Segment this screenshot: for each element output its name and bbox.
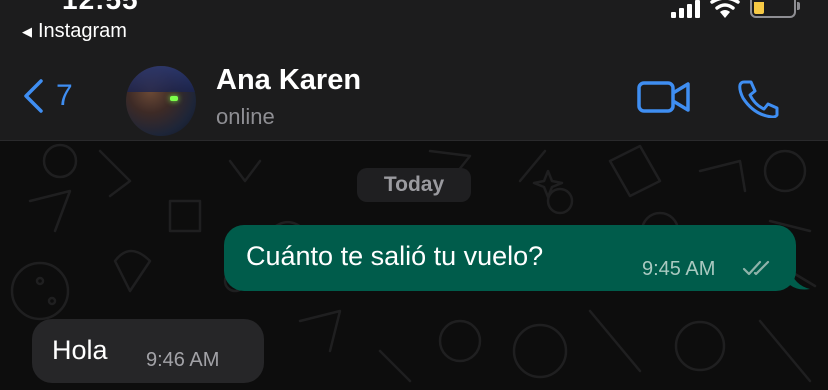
back-to-app-link[interactable]: ◀ Instagram [22, 20, 127, 43]
double-check-icon [742, 260, 770, 276]
wifi-icon [710, 0, 740, 18]
message-time: 9:45 AM [642, 258, 716, 280]
message-text: Cuánto te salió tu vuelo? [246, 241, 544, 271]
message-text: Hola [52, 335, 108, 365]
status-icons [671, 0, 800, 20]
video-call-button[interactable] [636, 78, 692, 121]
chat-area[interactable]: Today Cuánto te salió tu vuelo? 9:45 AM … [0, 141, 828, 390]
unread-count: 7 [56, 79, 73, 112]
chat-header: 12:55 ◀ Instagram 7 Ana Karen online [0, 0, 828, 141]
video-camera-icon [637, 81, 690, 113]
back-triangle-icon: ◀ [22, 23, 32, 39]
back-button[interactable]: 7 [22, 78, 73, 114]
status-time: 12:55 [62, 0, 139, 16]
signal-icon [671, 0, 700, 18]
voice-call-button[interactable] [736, 78, 782, 123]
avatar[interactable] [126, 66, 196, 136]
chevron-left-icon [24, 79, 43, 113]
date-separator: Today [357, 168, 471, 202]
outgoing-message[interactable]: Cuánto te salió tu vuelo? 9:45 AM [224, 225, 810, 291]
phone-icon [738, 80, 779, 119]
bubble-tail [790, 269, 810, 290]
contact-name[interactable]: Ana Karen [216, 64, 361, 97]
back-app-label: Instagram [38, 20, 127, 42]
message-time: 9:46 AM [146, 349, 220, 371]
incoming-message[interactable]: Hola 9:46 AM [32, 319, 264, 383]
battery-icon [750, 0, 800, 18]
contact-status: online [216, 104, 275, 129]
